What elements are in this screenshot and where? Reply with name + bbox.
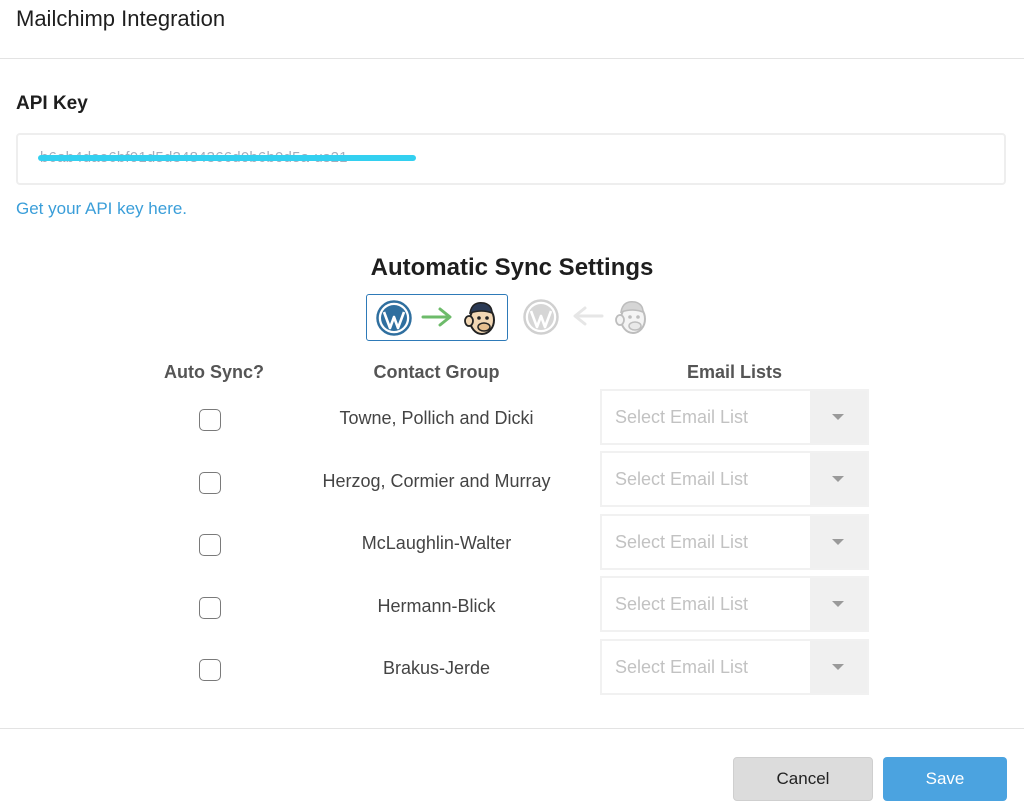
dialog-title: Mailchimp Integration bbox=[16, 6, 226, 31]
wordpress-logo-icon bbox=[523, 299, 559, 335]
email-list-placeholder: Select Email List bbox=[615, 469, 749, 489]
chevron-down-icon bbox=[810, 578, 867, 630]
api-key-redaction bbox=[38, 155, 416, 161]
arrow-left-icon bbox=[573, 306, 604, 326]
api-key-input[interactable]: b6ab4dae6bf01d5d3484366d0b6b0d5a-us21 bbox=[16, 133, 1006, 185]
mailchimp-freddie-icon bbox=[464, 301, 495, 335]
wordpress-logo-icon bbox=[376, 300, 412, 336]
chevron-down-icon bbox=[810, 641, 867, 693]
column-header-auto-sync: Auto Sync? bbox=[163, 362, 264, 382]
email-list-placeholder: Select Email List bbox=[615, 594, 749, 614]
api-key-label: API Key bbox=[16, 93, 88, 114]
contact-group-name: Brakus-Jerde bbox=[382, 658, 491, 678]
arrow-right-icon bbox=[421, 307, 452, 327]
auto-sync-checkbox[interactable] bbox=[199, 472, 221, 494]
sync-direction-wp-to-mailchimp[interactable] bbox=[366, 294, 508, 341]
email-list-select[interactable]: Select Email List bbox=[600, 576, 869, 632]
contact-group-name: McLaughlin-Walter bbox=[361, 533, 512, 553]
auto-sync-checkbox[interactable] bbox=[199, 409, 221, 431]
chevron-down-icon bbox=[810, 453, 867, 505]
sync-direction-mailchimp-to-wp[interactable] bbox=[520, 294, 652, 341]
sync-settings-title: Automatic Sync Settings bbox=[370, 254, 654, 281]
column-header-contact-group: Contact Group bbox=[373, 362, 500, 382]
mailchimp-freddie-icon bbox=[615, 300, 646, 334]
auto-sync-checkbox[interactable] bbox=[199, 597, 221, 619]
email-list-select[interactable]: Select Email List bbox=[600, 451, 869, 507]
auto-sync-checkbox[interactable] bbox=[199, 659, 221, 681]
column-header-email-lists: Email Lists bbox=[686, 362, 783, 382]
chevron-down-icon bbox=[810, 391, 867, 443]
auto-sync-checkbox[interactable] bbox=[199, 534, 221, 556]
email-list-select[interactable]: Select Email List bbox=[600, 389, 869, 445]
dialog-footer-divider bbox=[0, 728, 1024, 729]
get-api-key-link[interactable]: Get your API key here. bbox=[16, 199, 187, 219]
contact-group-name: Herzog, Cormier and Murray bbox=[322, 471, 551, 491]
email-list-placeholder: Select Email List bbox=[615, 657, 749, 677]
chevron-down-icon bbox=[810, 516, 867, 568]
email-list-select[interactable]: Select Email List bbox=[600, 639, 869, 695]
email-list-placeholder: Select Email List bbox=[615, 532, 749, 552]
email-list-placeholder: Select Email List bbox=[615, 407, 749, 427]
cancel-button[interactable]: Cancel bbox=[733, 757, 873, 801]
contact-group-name: Hermann-Blick bbox=[377, 596, 496, 616]
email-list-select[interactable]: Select Email List bbox=[600, 514, 869, 570]
contact-group-name: Towne, Pollich and Dicki bbox=[339, 408, 534, 428]
save-button[interactable]: Save bbox=[883, 757, 1007, 801]
